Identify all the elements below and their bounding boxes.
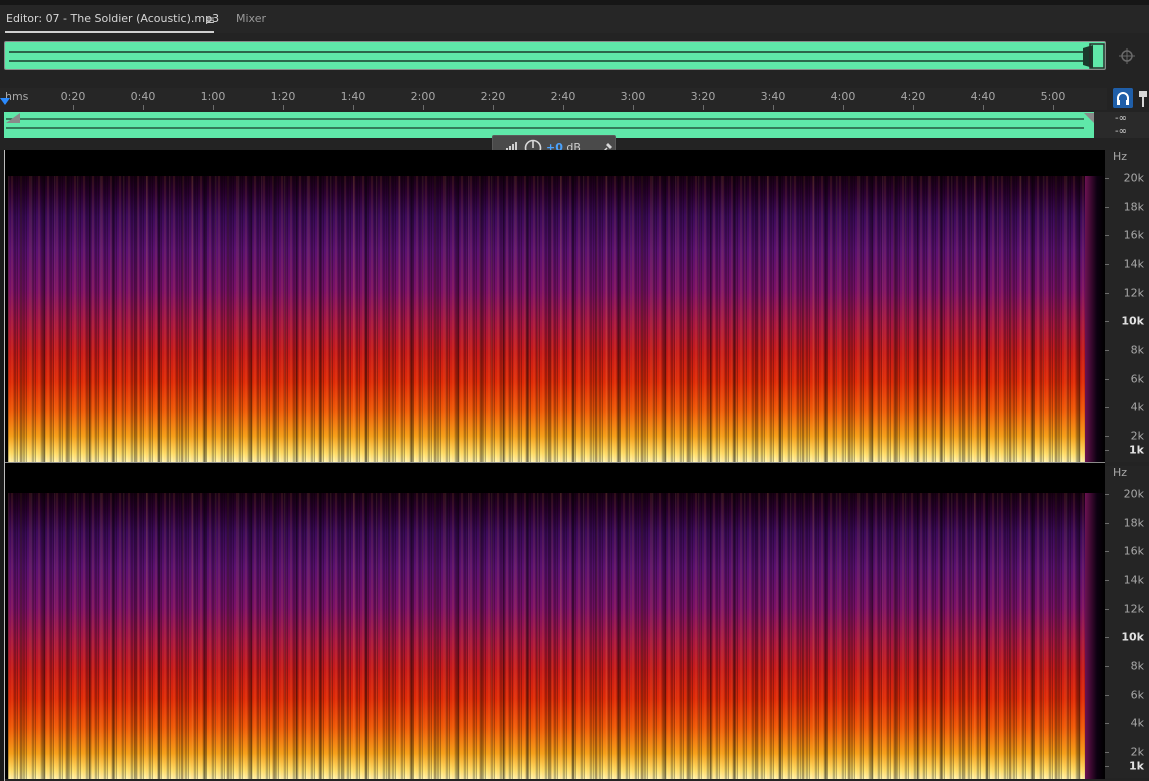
frequency-tick: [1105, 580, 1109, 581]
frequency-tick: [1105, 264, 1109, 265]
overview-waveform[interactable]: [4, 41, 1106, 70]
frequency-tick: [1105, 752, 1109, 753]
ruler-tick-label: 4:00: [830, 90, 856, 103]
ruler-tick: [633, 105, 634, 110]
frequency-tick: [1105, 637, 1109, 638]
spectrogram-fadeout: [1085, 176, 1105, 462]
frequency-label: 4k: [1130, 400, 1144, 414]
frequency-tick: [1105, 723, 1109, 724]
marker-pin-icon[interactable]: [1137, 90, 1149, 108]
panel-tab-bar: Editor: 07 - The Soldier (Acoustic).mp3 …: [0, 5, 1149, 33]
frequency-unit-label: Hz: [1113, 466, 1128, 479]
spectrogram-texture-2: [8, 176, 1085, 462]
overview-waveform-graphic: [9, 43, 1105, 69]
spectrogram-texture-2: [8, 493, 1085, 779]
frequency-tick: [1105, 293, 1109, 294]
frequency-label: 12k: [1123, 602, 1144, 616]
frequency-tick: [1105, 178, 1109, 179]
ruler-tick: [73, 105, 74, 110]
frequency-tick: [1105, 609, 1109, 610]
frequency-tick: [1105, 551, 1109, 552]
spectrogram-right-channel[interactable]: [4, 467, 1105, 779]
spectrogram-left-channel[interactable]: [4, 150, 1105, 462]
ruler-tick-label: 3:00: [620, 90, 646, 103]
ruler-tick-label: 4:20: [900, 90, 926, 103]
frequency-tick: [1105, 207, 1109, 208]
cursor-line: [4, 150, 5, 781]
frequency-label: 18k: [1123, 516, 1144, 530]
frequency-tick: [1105, 494, 1109, 495]
frequency-label: 12k: [1123, 286, 1144, 300]
tab-editor[interactable]: Editor: 07 - The Soldier (Acoustic).mp3: [6, 12, 219, 25]
frequency-label: 2k: [1130, 745, 1144, 759]
frequency-label: 6k: [1130, 688, 1144, 702]
spectrogram-fadeout: [1085, 493, 1105, 779]
frequency-tick: [1105, 407, 1109, 408]
ruler-tick: [353, 105, 354, 110]
time-ruler[interactable]: hms 0:20 0:40 1:00 1:20 1:40 2:00 2:20 2:40 3:00…: [0, 88, 1107, 110]
active-tab-indicator: [5, 31, 214, 33]
playhead-marker[interactable]: [0, 98, 10, 105]
frequency-label: 4k: [1130, 716, 1144, 730]
ruler-tick: [913, 105, 914, 110]
ruler-tick-label: 4:40: [970, 90, 996, 103]
ruler-tick-label: 2:20: [480, 90, 506, 103]
menu-icon[interactable]: ≡: [205, 13, 215, 27]
frequency-label: 16k: [1123, 228, 1144, 242]
level-readout-top: -∞: [1115, 113, 1127, 124]
frequency-label: 1k: [1129, 443, 1144, 457]
frequency-tick: [1105, 766, 1109, 767]
ruler-tick-label: 2:40: [550, 90, 576, 103]
frequency-tick: [1105, 235, 1109, 236]
frequency-tick: [1105, 450, 1109, 451]
ruler-tick-label: 3:40: [760, 90, 786, 103]
frequency-label: 14k: [1123, 573, 1144, 587]
ruler-tick: [843, 105, 844, 110]
ruler-tick-label: 0:20: [60, 90, 86, 103]
frequency-axis-top[interactable]: Hz 20k 18k 16k 14k 12k 10k 8k 6k 4k 2k 1k: [1105, 150, 1149, 462]
frequency-label: 10k: [1121, 630, 1144, 644]
ruler-tick: [983, 105, 984, 110]
level-readout-bottom: -∞: [1115, 126, 1127, 137]
ruler-tick: [213, 105, 214, 110]
frequency-label: 14k: [1123, 257, 1144, 271]
frequency-tick: [1105, 436, 1109, 437]
zoom-navigator-icon[interactable]: [1117, 46, 1137, 66]
frequency-label: 18k: [1123, 200, 1144, 214]
ruler-tick: [1053, 105, 1054, 110]
frequency-tick: [1105, 666, 1109, 667]
frequency-label: 20k: [1123, 171, 1144, 185]
ruler-tick-label: 3:20: [690, 90, 716, 103]
frequency-label: 8k: [1130, 659, 1144, 673]
ruler-tick: [283, 105, 284, 110]
frequency-unit-label: Hz: [1113, 150, 1128, 163]
frequency-tick: [1105, 350, 1109, 351]
frequency-axis-bottom[interactable]: Hz 20k 18k 16k 14k 12k 10k 8k 6k 4k 2k 1k: [1105, 466, 1149, 778]
headphones-icon[interactable]: [1113, 88, 1133, 108]
ruler-tick-label: 1:20: [270, 90, 296, 103]
frequency-label: 8k: [1130, 343, 1144, 357]
frequency-tick: [1105, 523, 1109, 524]
frequency-label: 20k: [1123, 487, 1144, 501]
frequency-label: 2k: [1130, 429, 1144, 443]
frequency-tick: [1105, 379, 1109, 380]
ruler-tick: [773, 105, 774, 110]
ruler-tick-label: 1:40: [340, 90, 366, 103]
frequency-label: 10k: [1121, 314, 1144, 328]
frequency-label: 16k: [1123, 544, 1144, 558]
ruler-tick: [563, 105, 564, 110]
ruler-tick-label: 0:40: [130, 90, 156, 103]
ruler-tick: [493, 105, 494, 110]
frequency-label: 1k: [1129, 759, 1144, 773]
ruler-tick: [143, 105, 144, 110]
ruler-tick: [423, 105, 424, 110]
frequency-tick: [1105, 695, 1109, 696]
tab-mixer[interactable]: Mixer: [236, 12, 266, 25]
ruler-tick-label: 5:00: [1040, 90, 1066, 103]
frequency-label: 6k: [1130, 372, 1144, 386]
frequency-tick: [1105, 321, 1109, 322]
ruler-tick: [703, 105, 704, 110]
ruler-tick-label: 1:00: [200, 90, 226, 103]
ruler-tick-label: 2:00: [410, 90, 436, 103]
